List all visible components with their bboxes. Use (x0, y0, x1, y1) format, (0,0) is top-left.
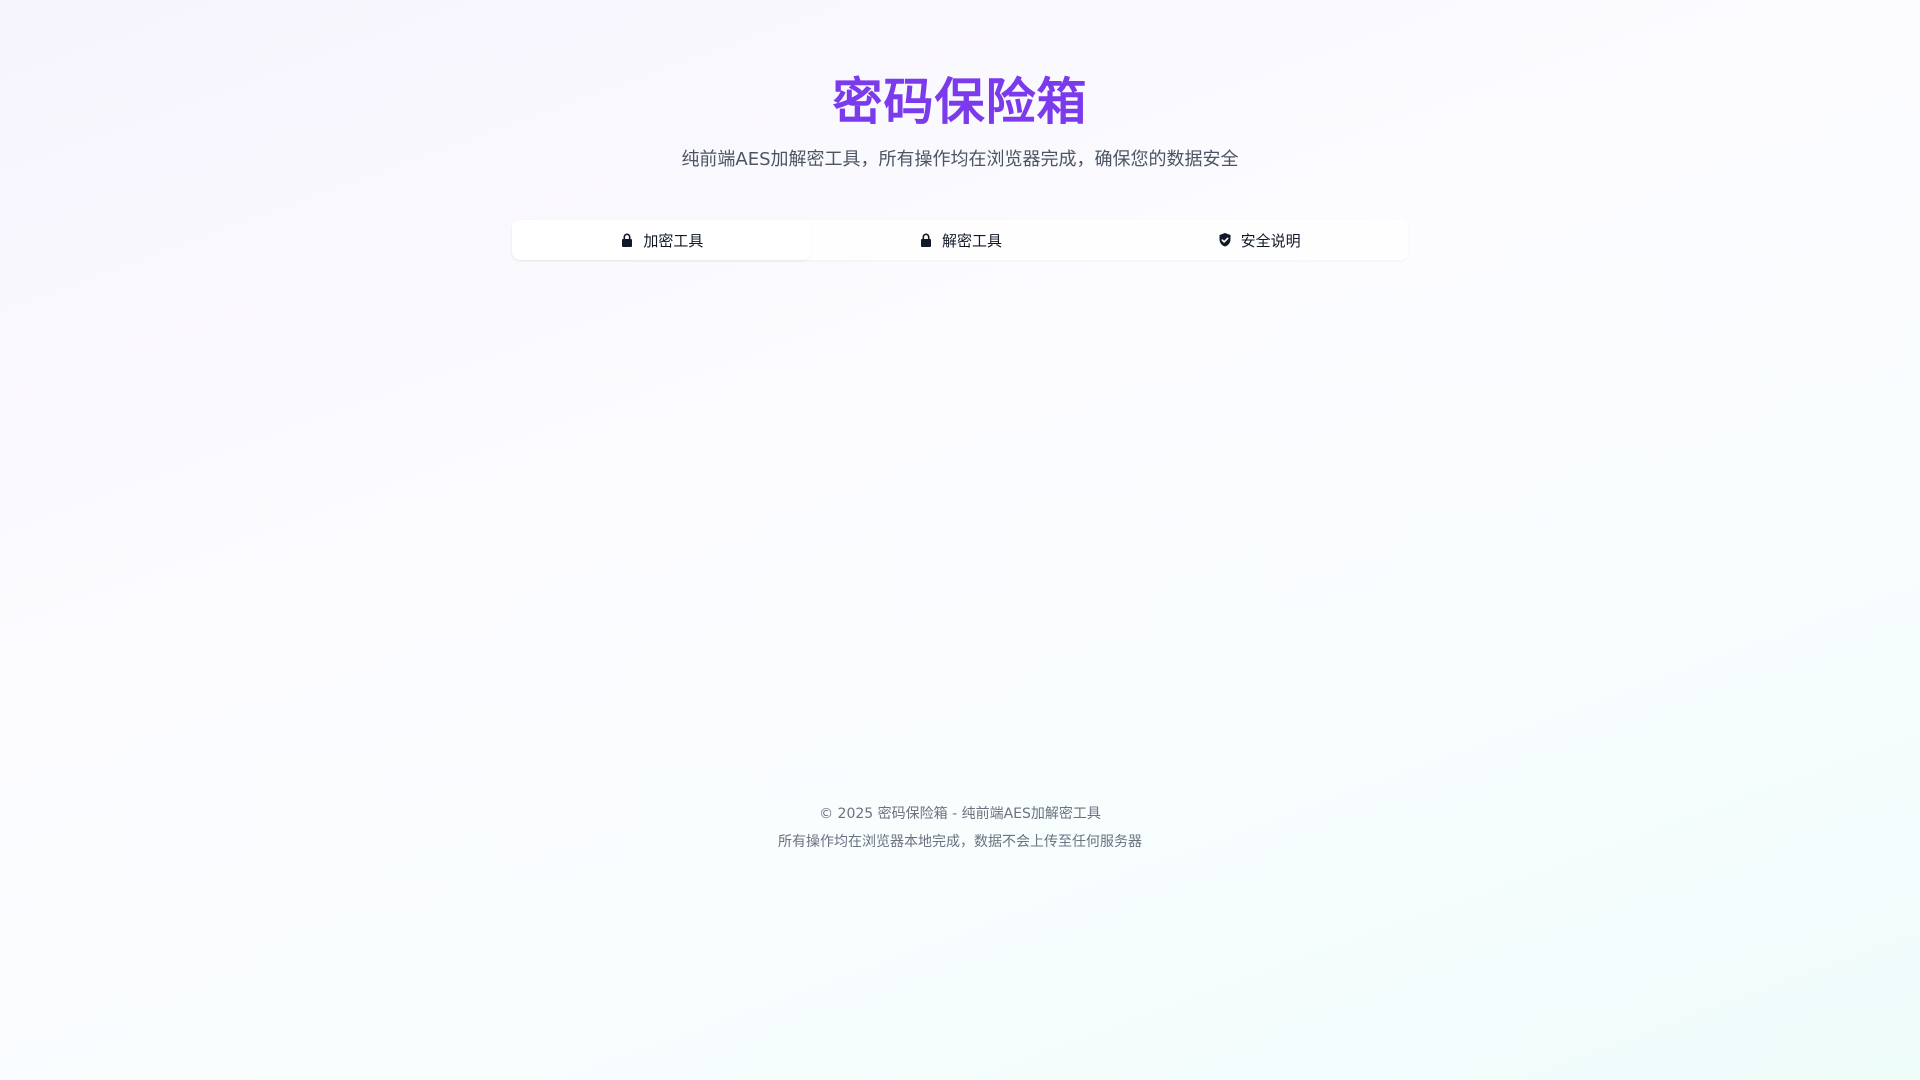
tab-encrypt[interactable]: 加密工具 (512, 220, 811, 260)
tab-decrypt-label: 解密工具 (942, 231, 1003, 250)
page-footer: © 2025 密码保险箱 - 纯前端AES加解密工具 所有操作均在浏览器本地完成… (0, 800, 1920, 856)
tab-encrypt-label: 加密工具 (643, 231, 704, 250)
page-title: 密码保险箱 (832, 73, 1088, 131)
page-header: 密码保险箱 纯前端AES加解密工具，所有操作均在浏览器完成，确保您的数据安全 (0, 70, 1920, 172)
footer-privacy-note: 所有操作均在浏览器本地完成，数据不会上传至任何服务器 (778, 834, 1142, 850)
tab-security-info-label: 安全说明 (1240, 231, 1301, 250)
footer-copyright: © 2025 密码保险箱 - 纯前端AES加解密工具 (819, 806, 1101, 822)
tab-decrypt[interactable]: 解密工具 (811, 220, 1110, 260)
shield-check-icon (1217, 232, 1233, 248)
lock-icon (619, 232, 635, 248)
page-subtitle: 纯前端AES加解密工具，所有操作均在浏览器完成，确保您的数据安全 (681, 149, 1239, 170)
tool-tabs: 加密工具 解密工具 安全说明 (512, 220, 1408, 260)
lock-icon (918, 232, 934, 248)
tab-security-info[interactable]: 安全说明 (1109, 220, 1408, 260)
